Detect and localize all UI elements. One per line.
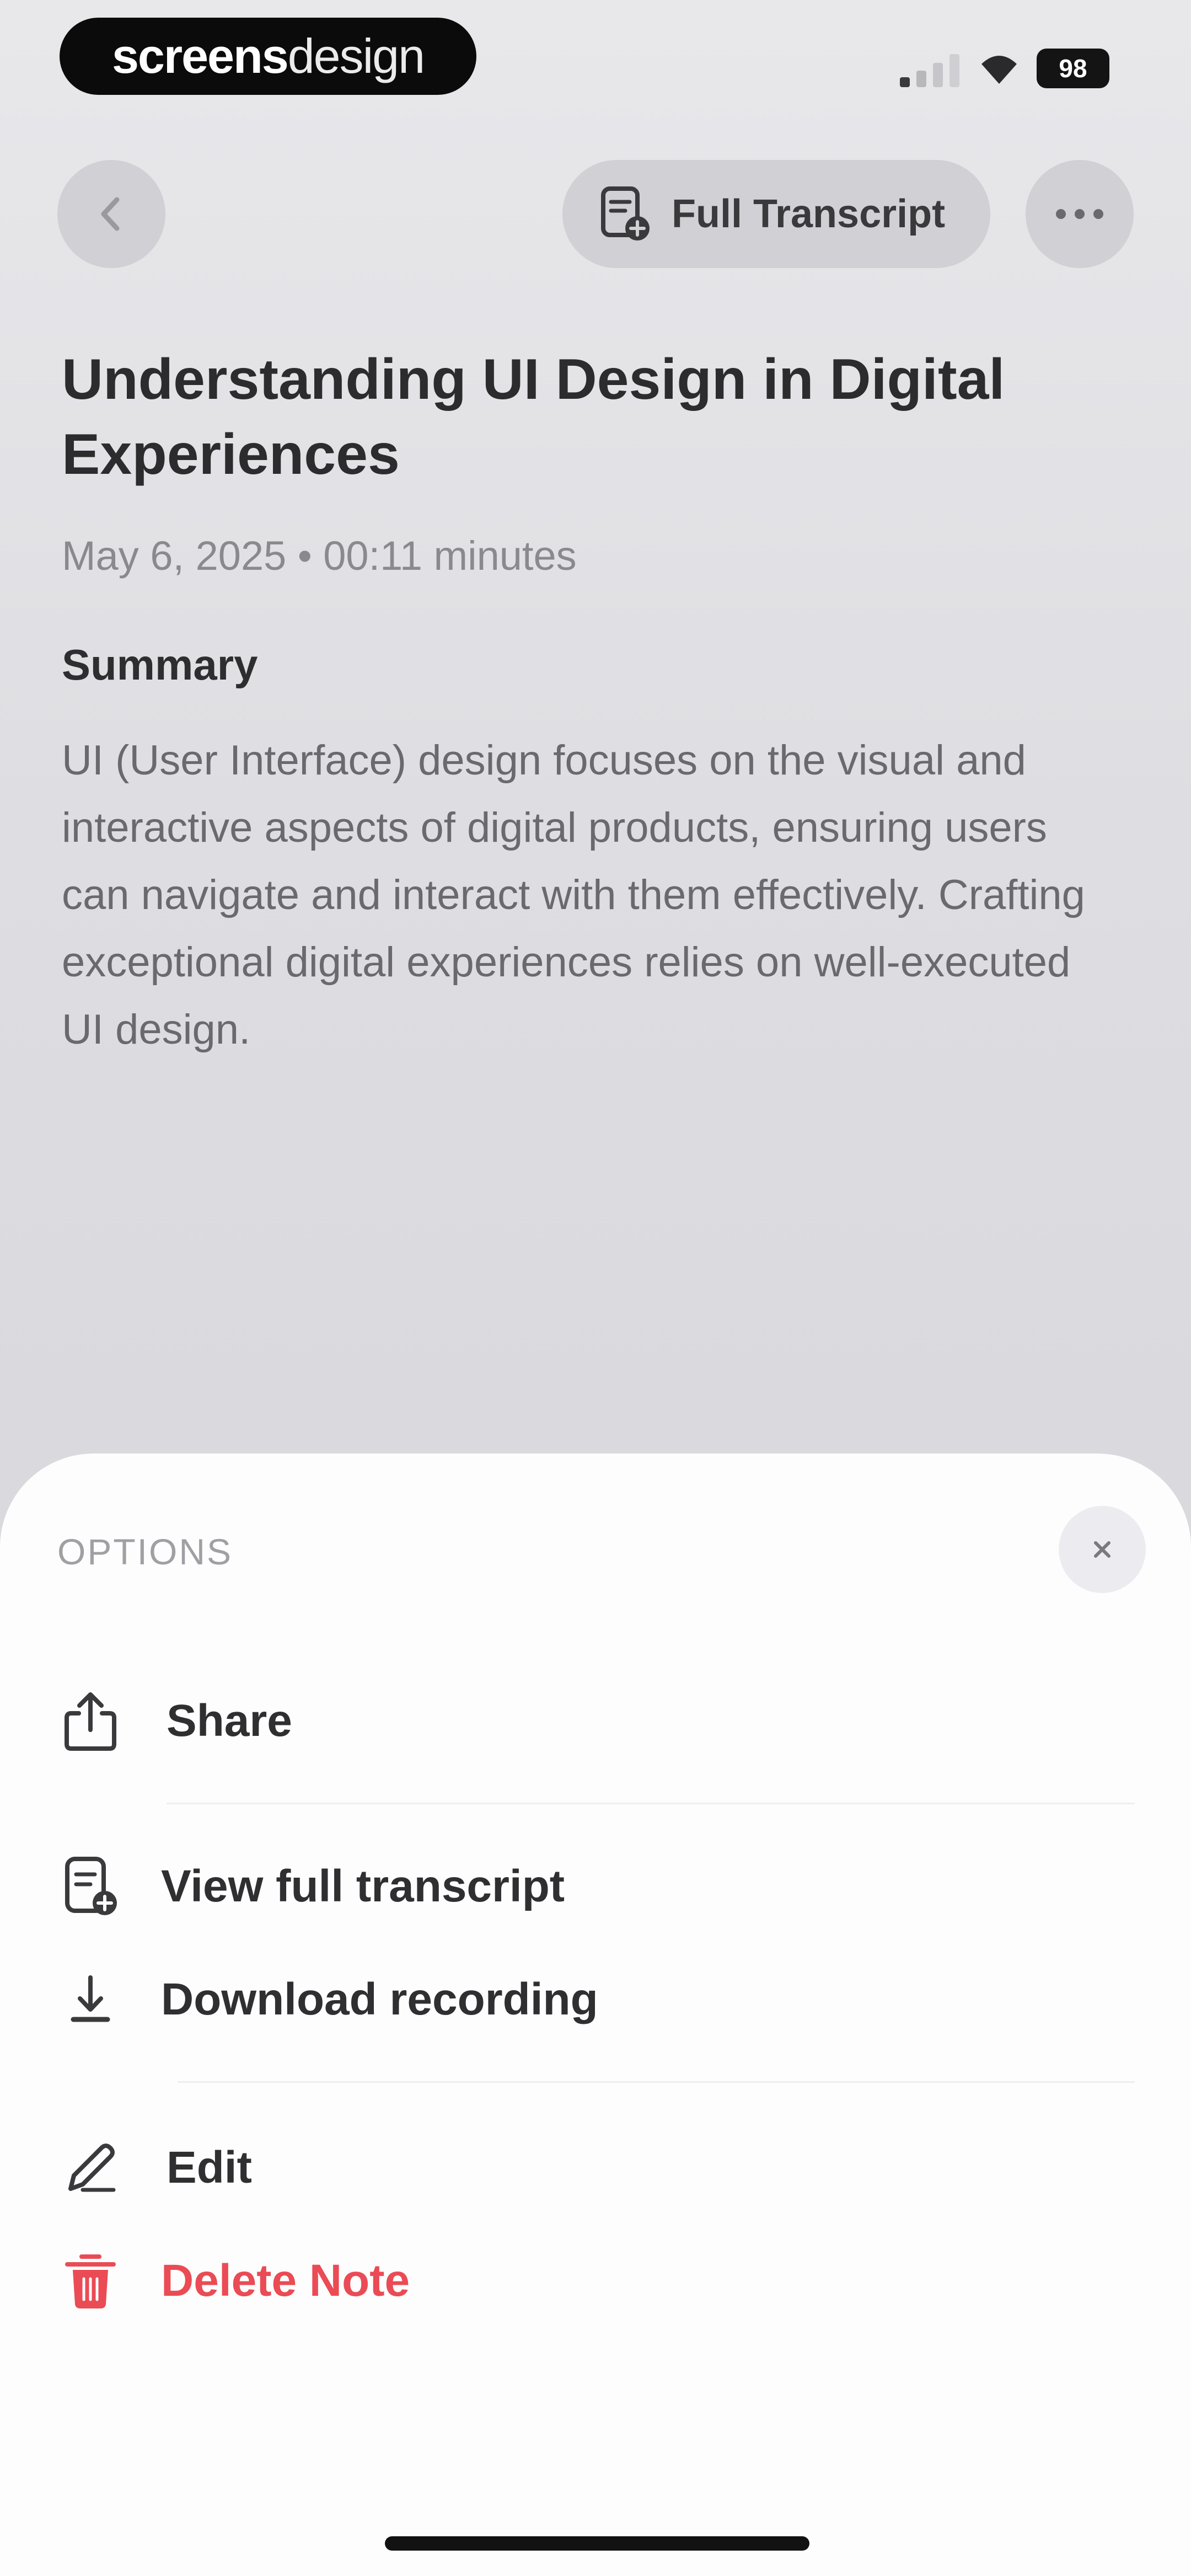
full-transcript-label: Full Transcript bbox=[672, 192, 946, 236]
options-sheet: OPTIONS Share View full transcript Downl… bbox=[0, 1453, 1191, 2576]
back-button[interactable] bbox=[57, 160, 165, 268]
menu-item-edit[interactable]: Edit bbox=[0, 2121, 1191, 2215]
chevron-left-icon bbox=[101, 197, 120, 231]
menu-item-share-label: Share bbox=[167, 1696, 292, 1746]
wifi-icon bbox=[981, 56, 1017, 84]
summary-heading: Summary bbox=[62, 640, 258, 689]
battery-indicator: 98 bbox=[1037, 49, 1109, 88]
close-sheet-button[interactable] bbox=[1059, 1506, 1146, 1593]
status-bar: screens design 98 bbox=[0, 0, 1191, 116]
menu-item-delete[interactable]: Delete Note bbox=[0, 2234, 1191, 2328]
menu-item-download[interactable]: Download recording bbox=[0, 1953, 1191, 2046]
trash-icon bbox=[57, 2248, 124, 2314]
brand-logo-bold: screens bbox=[111, 29, 289, 83]
ellipsis-icon bbox=[1056, 209, 1103, 219]
note-date-duration: May 6, 2025 • 00:11 minutes bbox=[62, 533, 577, 579]
note-title: Understanding UI Design in Digital Exper… bbox=[62, 348, 1005, 487]
menu-item-download-label: Download recording bbox=[161, 1974, 598, 2024]
pencil-icon bbox=[57, 2135, 124, 2201]
menu-item-view-transcript[interactable]: View full transcript bbox=[0, 1840, 1191, 1933]
home-indicator bbox=[385, 2536, 809, 2551]
more-options-button[interactable] bbox=[1026, 160, 1134, 268]
summary-text: UI (User Interface) design focuses on th… bbox=[62, 737, 1085, 1053]
cellular-signal-icon bbox=[900, 54, 959, 87]
sheet-title: OPTIONS bbox=[57, 1531, 233, 1572]
close-icon bbox=[1094, 1541, 1110, 1558]
full-transcript-button[interactable]: Full Transcript bbox=[562, 160, 990, 268]
menu-divider bbox=[178, 2081, 1135, 2083]
brand-logo-light: design bbox=[287, 29, 425, 83]
download-icon bbox=[57, 1966, 124, 2033]
brand-logo: screens design bbox=[60, 18, 476, 95]
transcript-icon bbox=[599, 185, 652, 243]
menu-item-view-transcript-label: View full transcript bbox=[161, 1861, 565, 1911]
top-navigation: Full Transcript bbox=[0, 160, 1191, 270]
menu-item-share[interactable]: Share bbox=[0, 1674, 1191, 1768]
menu-divider bbox=[167, 1803, 1135, 1804]
share-icon bbox=[57, 1688, 124, 1754]
transcript-icon bbox=[57, 1853, 124, 1920]
menu-item-edit-label: Edit bbox=[167, 2142, 252, 2193]
menu-item-delete-label: Delete Note bbox=[161, 2256, 410, 2306]
